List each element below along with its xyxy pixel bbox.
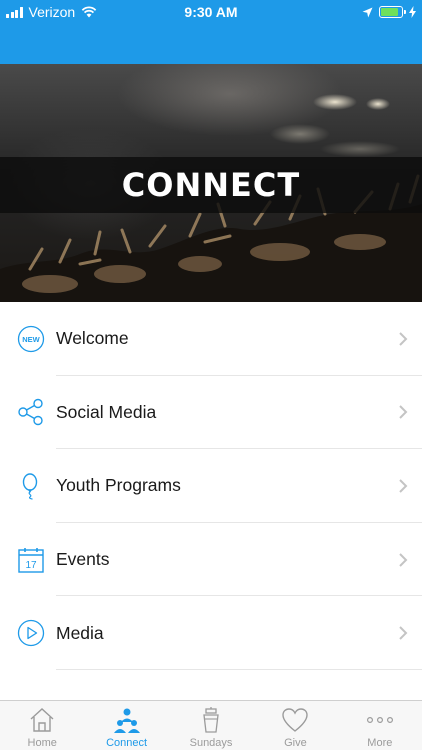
podium-icon	[203, 707, 219, 733]
status-right	[362, 3, 416, 21]
page-title: CONNECT	[121, 166, 301, 204]
tab-label: Home	[27, 737, 57, 749]
calendar-icon: 17	[18, 547, 44, 573]
menu-item-events[interactable]: 17 Events	[0, 523, 422, 597]
tab-bar: Home Connect Sundays Give More	[0, 700, 422, 750]
house-icon	[30, 708, 54, 732]
location-arrow-icon	[362, 7, 373, 17]
charging-bolt-icon	[409, 6, 416, 18]
calendar-icon-date: 17	[25, 560, 37, 571]
clock: 9:30 AM	[184, 4, 238, 20]
chevron-right-icon	[399, 332, 408, 346]
balloon-icon	[22, 473, 38, 500]
menu-item-social-media[interactable]: Social Media	[0, 376, 422, 450]
menu-item-label: Social Media	[56, 401, 157, 422]
tab-give[interactable]: Give	[253, 701, 337, 750]
heart-icon	[282, 708, 309, 732]
status-bar: Verizon 9:30 AM	[0, 0, 422, 64]
new-badge-icon: NEW	[17, 325, 45, 352]
tab-label: Connect	[106, 737, 148, 749]
menu-item-label: Welcome	[56, 328, 129, 349]
chevron-right-icon	[399, 405, 408, 420]
tab-label: Give	[284, 737, 307, 749]
menu-item-welcome[interactable]: NEW Welcome	[0, 302, 422, 376]
new-badge-text: NEW	[22, 335, 40, 344]
tab-label: More	[367, 737, 393, 749]
tab-sundays[interactable]: Sundays	[169, 701, 253, 750]
tab-home[interactable]: Home	[0, 701, 84, 750]
people-icon	[113, 708, 140, 733]
tab-more[interactable]: More	[338, 701, 422, 750]
chevron-right-icon	[399, 479, 408, 493]
tab-connect[interactable]: Connect	[84, 701, 168, 750]
menu-item-label: Events	[56, 549, 110, 570]
tab-label: Sundays	[189, 737, 233, 749]
chevron-right-icon	[399, 552, 408, 567]
connect-menu: NEW Welcome Social Media Youth Programs	[0, 302, 422, 670]
play-circle-icon	[17, 620, 45, 647]
menu-item-label: Media	[56, 622, 104, 643]
hero-title-band: CONNECT	[0, 157, 422, 213]
ellipsis-icon	[366, 717, 393, 724]
divider	[56, 668, 422, 670]
menu-item-youth-programs[interactable]: Youth Programs	[0, 449, 422, 523]
battery-icon	[379, 6, 406, 18]
chevron-right-icon	[399, 626, 408, 640]
menu-item-label: Youth Programs	[56, 475, 181, 496]
share-icon	[18, 399, 43, 426]
hero-banner: CONNECT	[0, 64, 422, 302]
menu-item-media[interactable]: Media	[0, 596, 422, 670]
